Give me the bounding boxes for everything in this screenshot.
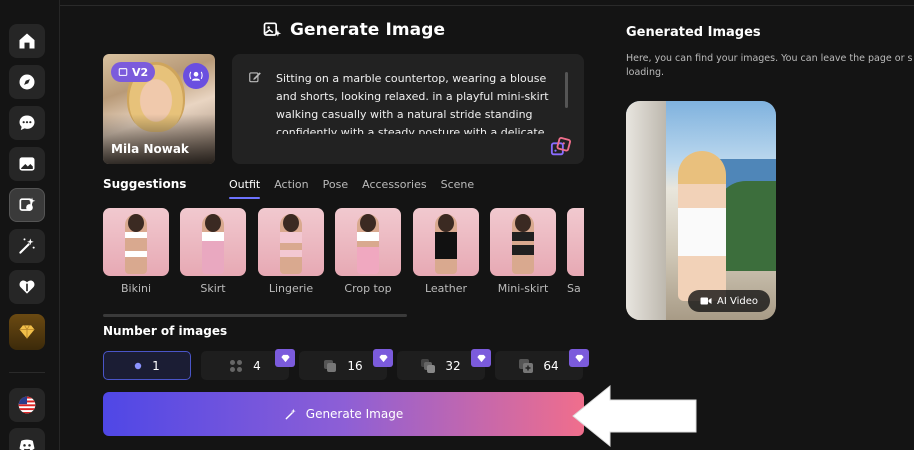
premium-badge (275, 349, 295, 367)
tab-pose[interactable]: Pose (323, 178, 348, 197)
suggestion-bikini[interactable]: Bikini (103, 208, 169, 295)
suggestion-thumbnail (490, 208, 556, 276)
sidebar-item-chat[interactable] (9, 106, 45, 140)
stack-plus-icon (519, 358, 534, 373)
magic-wand-icon (19, 238, 35, 254)
suggestion-thumbnail (335, 208, 401, 276)
sidebar-item-language[interactable] (9, 388, 45, 422)
sidebar-item-discord[interactable] (9, 428, 45, 450)
gallery-icon (19, 157, 35, 171)
edit-icon (249, 72, 261, 83)
page-title: Generate Image (290, 20, 446, 40)
tab-accessories[interactable]: Accessories (362, 178, 426, 197)
suggestion-thumbnail (258, 208, 324, 276)
suggestion-mini-skirt[interactable]: Mini-skirt (490, 208, 556, 295)
stack-icon (324, 359, 337, 372)
suggestions-scrollbar[interactable] (103, 314, 407, 317)
voice-button[interactable] (183, 63, 209, 89)
suggestion-partial[interactable]: Sa (567, 208, 584, 295)
version-badge: V2 (111, 62, 156, 82)
count-option-32[interactable]: 32 (397, 349, 491, 380)
diamond-icon (574, 354, 584, 362)
diamond-icon (280, 354, 290, 362)
generate-image-button[interactable]: Generate Image (103, 392, 584, 436)
generate-image-icon (19, 197, 36, 211)
ai-video-button[interactable]: AI Video (688, 290, 770, 312)
count-option-1[interactable]: 1 (103, 351, 191, 380)
count-option-4[interactable]: 4 (201, 349, 295, 380)
image-icon (118, 68, 128, 76)
sidebar-item-premium[interactable] (9, 314, 45, 350)
sidebar-item-generate-image[interactable] (9, 188, 45, 222)
tab-scene[interactable]: Scene (441, 178, 475, 197)
single-dot-icon (134, 362, 142, 369)
suggestion-thumbnail (567, 208, 584, 276)
pointer-arrow-icon (572, 384, 697, 448)
count-option-16[interactable]: 16 (299, 349, 393, 380)
suggestion-leather[interactable]: Leather (413, 208, 479, 295)
generate-header: Generate Image (262, 20, 445, 40)
generated-images-description: Here, you can find your images. You can … (626, 53, 913, 78)
generate-image-icon (263, 22, 282, 37)
us-flag-icon (18, 396, 36, 414)
home-icon (19, 33, 35, 49)
suggestion-crop-top[interactable]: Crop top (335, 208, 401, 295)
character-card[interactable]: V2 Mila Nowak (103, 54, 215, 164)
diamond-icon (19, 325, 35, 339)
count-option-64[interactable]: 64 (495, 349, 589, 380)
suggestion-list: Bikini Skirt Lingerie Crop top Leather M… (103, 208, 584, 308)
sidebar-divider (9, 372, 45, 373)
diamond-icon (378, 354, 388, 362)
voice-icon (189, 71, 203, 81)
tab-action[interactable]: Action (274, 178, 308, 197)
suggestion-thumbnail (180, 208, 246, 276)
generated-images-title: Generated Images (626, 25, 761, 40)
chat-icon (19, 115, 35, 131)
sidebar-item-magic[interactable] (9, 229, 45, 263)
suggestion-lingerie[interactable]: Lingerie (258, 208, 324, 295)
video-camera-icon (700, 297, 712, 305)
sidebar-item-explore[interactable] (9, 65, 45, 99)
sidebar (0, 0, 60, 450)
suggestion-skirt[interactable]: Skirt (180, 208, 246, 295)
prompt-scrollbar[interactable] (565, 72, 568, 108)
generated-image-thumbnail[interactable] (626, 101, 776, 320)
suggestion-tabs: Outfit Action Pose Accessories Scene (229, 178, 475, 199)
prompt-box[interactable]: Sitting on a marble countertop, wearing … (232, 54, 584, 164)
compass-icon (19, 74, 35, 90)
top-divider (60, 5, 914, 6)
suggestion-thumbnail (103, 208, 169, 276)
number-of-images-label: Number of images (103, 324, 228, 338)
sidebar-item-favorites[interactable] (9, 270, 45, 304)
diamond-icon (476, 354, 486, 362)
stack-double-icon (421, 358, 436, 373)
sidebar-item-home[interactable] (9, 24, 45, 58)
premium-badge (471, 349, 491, 367)
random-prompt-icon[interactable] (550, 136, 572, 158)
tab-outfit[interactable]: Outfit (229, 178, 261, 199)
sidebar-item-gallery[interactable] (9, 147, 45, 181)
heart-icon (19, 280, 35, 294)
magic-wand-icon (285, 408, 296, 420)
premium-badge (569, 349, 589, 367)
discord-icon (19, 439, 35, 450)
grid-four-icon (230, 359, 243, 372)
premium-badge (373, 349, 393, 367)
suggestions-label: Suggestions (103, 177, 187, 191)
prompt-textarea[interactable]: Sitting on a marble countertop, wearing … (276, 70, 566, 134)
suggestion-thumbnail (413, 208, 479, 276)
character-name: Mila Nowak (111, 142, 189, 156)
